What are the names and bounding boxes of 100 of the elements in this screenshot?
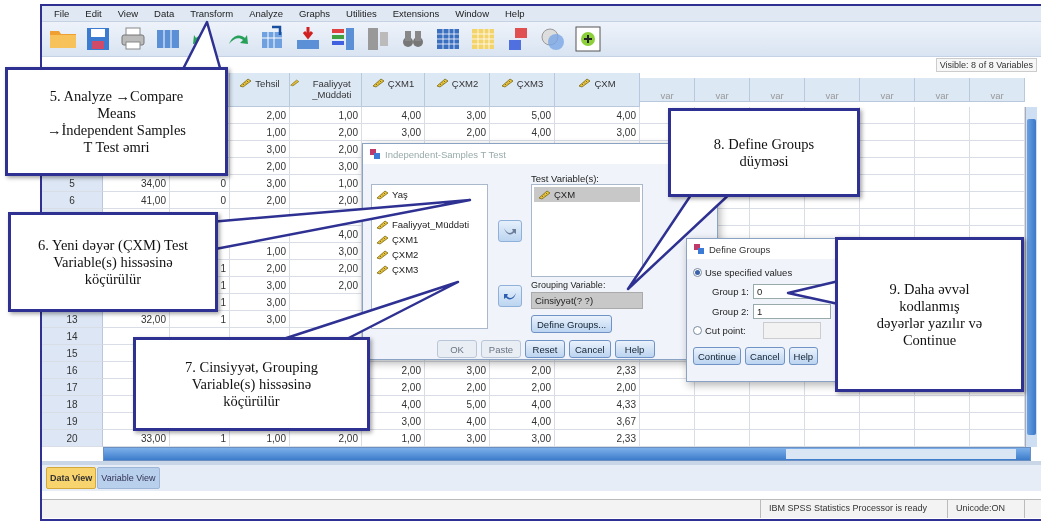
column-header: var [860,78,915,102]
dialog-button[interactable]: Help [614,340,655,358]
ruler-icon [538,189,551,200]
define-groups-button[interactable]: Define Groups... [531,315,613,333]
view-tab[interactable]: Data View [46,467,97,489]
menu-item[interactable]: Edit [77,8,110,19]
ruler-icon [239,78,253,88]
table-cell [805,413,860,430]
callout-tooltip: 7. Cinsiyyət, Grouping Variable(s) hissəsinə köçürülür [133,337,370,431]
radio-button[interactable] [693,325,702,335]
input-field[interactable]: 1 [753,303,831,319]
list-item[interactable]: Yaş [372,187,487,202]
table-cell [695,413,750,430]
table-cell: 2,00 [555,379,640,396]
table-cell: 3,00 [362,124,425,141]
table-cell [915,141,970,158]
list-item[interactable]: ÇXM [534,187,640,202]
field-label: Group 2: [711,305,749,317]
table-cell: 3,00 [425,362,490,379]
move-button[interactable] [497,285,522,307]
column-header: var [970,78,1025,102]
view-tab[interactable]: Variable View [97,467,160,489]
table-cell: 2,00 [230,107,290,124]
row-number: 14 [42,328,103,345]
ruler-icon [376,249,389,260]
column-header: var [750,78,805,102]
column-header: var [640,78,695,102]
menu-item[interactable]: File [46,8,78,19]
table-cell: 3,00 [230,175,290,192]
table-cell [915,124,970,141]
menu-item[interactable]: Graphs [290,8,339,19]
option-label[interactable]: Use specified values [705,266,793,278]
list-item[interactable]: ÇXM1 [372,232,487,247]
menu-item[interactable]: Data [146,8,183,19]
table-cell: 4,00 [490,413,555,430]
callout-tooltip: 8. Define Groups düyməsi [668,108,860,197]
table-cell: 2,00 [490,362,555,379]
table-cell [915,107,970,124]
column-header: Faaliyyət _Müddəti [290,73,362,107]
ruler-icon [435,78,449,88]
app-icon [369,148,381,160]
dialog-button[interactable]: Continue [693,347,742,365]
column-header: Tehsil [230,73,290,107]
list-item[interactable]: ÇXM3 [372,262,487,277]
table-cell: 4,00 [490,396,555,413]
move-button[interactable] [497,220,522,242]
field-label: Group 1: [711,285,749,297]
menu-item[interactable]: View [109,8,147,19]
table-cell [915,413,970,430]
radio-button[interactable] [693,267,702,277]
grouping-field[interactable]: Cinsiyyət(? ?) [531,292,643,309]
table-cell: 1,00 [290,107,362,124]
callout-tooltip: 6. Yeni dəyər (ÇXM) Test Variable(s) hissəsinə köçürülür [8,212,218,312]
menu-item[interactable]: Window [447,8,497,19]
column-header: var [695,78,750,102]
dialog-button[interactable]: Reset [525,340,565,358]
vertical-scrollbar[interactable] [1025,107,1037,447]
dialog-title: Define Groups [709,243,771,255]
table-cell: 2,00 [425,124,490,141]
ruler-icon [371,78,385,88]
row-number: 17 [42,379,103,396]
dialog-button[interactable]: Cancel [745,347,785,365]
table-cell: 4,00 [555,107,640,124]
input-field[interactable] [762,321,821,339]
field-label: Test Variable(s): [531,172,600,184]
callout-tooltip: 9. Daha əvvəl kodlanmış dəyərlər yazılır və Continue [835,237,1024,392]
column-header: ÇXM2 [425,73,490,107]
table-cell [640,413,695,430]
row-number: 18 [42,396,103,413]
table-cell [860,192,915,209]
ruler-icon [290,78,300,88]
row-number: 20 [42,430,103,447]
option-label[interactable]: Cut point: [705,324,746,336]
menu-item[interactable]: Analyze [241,8,291,19]
list-item[interactable]: Faaliyyət_Müddəti [372,217,487,232]
menu-item[interactable]: Transform [182,8,242,19]
table-cell: 4,00 [362,107,425,124]
table-cell: 2,00 [290,124,362,141]
dialog-title: Independent-Samples T Test [385,148,506,160]
menu-item[interactable]: Help [497,8,533,19]
dialog-button[interactable]: Help [788,347,819,365]
table-cell: 2,00 [425,379,490,396]
row-number: 16 [42,362,103,379]
table-cell: 2,00 [230,192,290,209]
ruler-icon [376,264,389,275]
menu-item[interactable]: Extensions [384,8,448,19]
table-cell: 3,00 [230,311,290,328]
horizontal-scrollbar[interactable] [103,447,1031,461]
test-variable-list[interactable]: ÇXM [531,184,643,277]
dialog-button[interactable]: Cancel [569,340,611,358]
app-icon [693,243,705,255]
variable-list[interactable]: Yaş Faaliyyət_Müddəti ÇXM1 ÇXM2 ÇXM3 [371,184,488,329]
table-cell [805,396,860,413]
table-cell: 2,00 [490,379,555,396]
callout-tooltip: 5. Analyze →Compare Means →İndependent Samples T Test əmri [5,67,228,176]
row-number: 15 [42,345,103,362]
table-cell [750,413,805,430]
visible-variables-label: Visible: 8 of 8 Variables [935,58,1037,72]
list-item[interactable]: ÇXM2 [372,247,487,262]
menu-item[interactable]: Utilities [338,8,385,19]
